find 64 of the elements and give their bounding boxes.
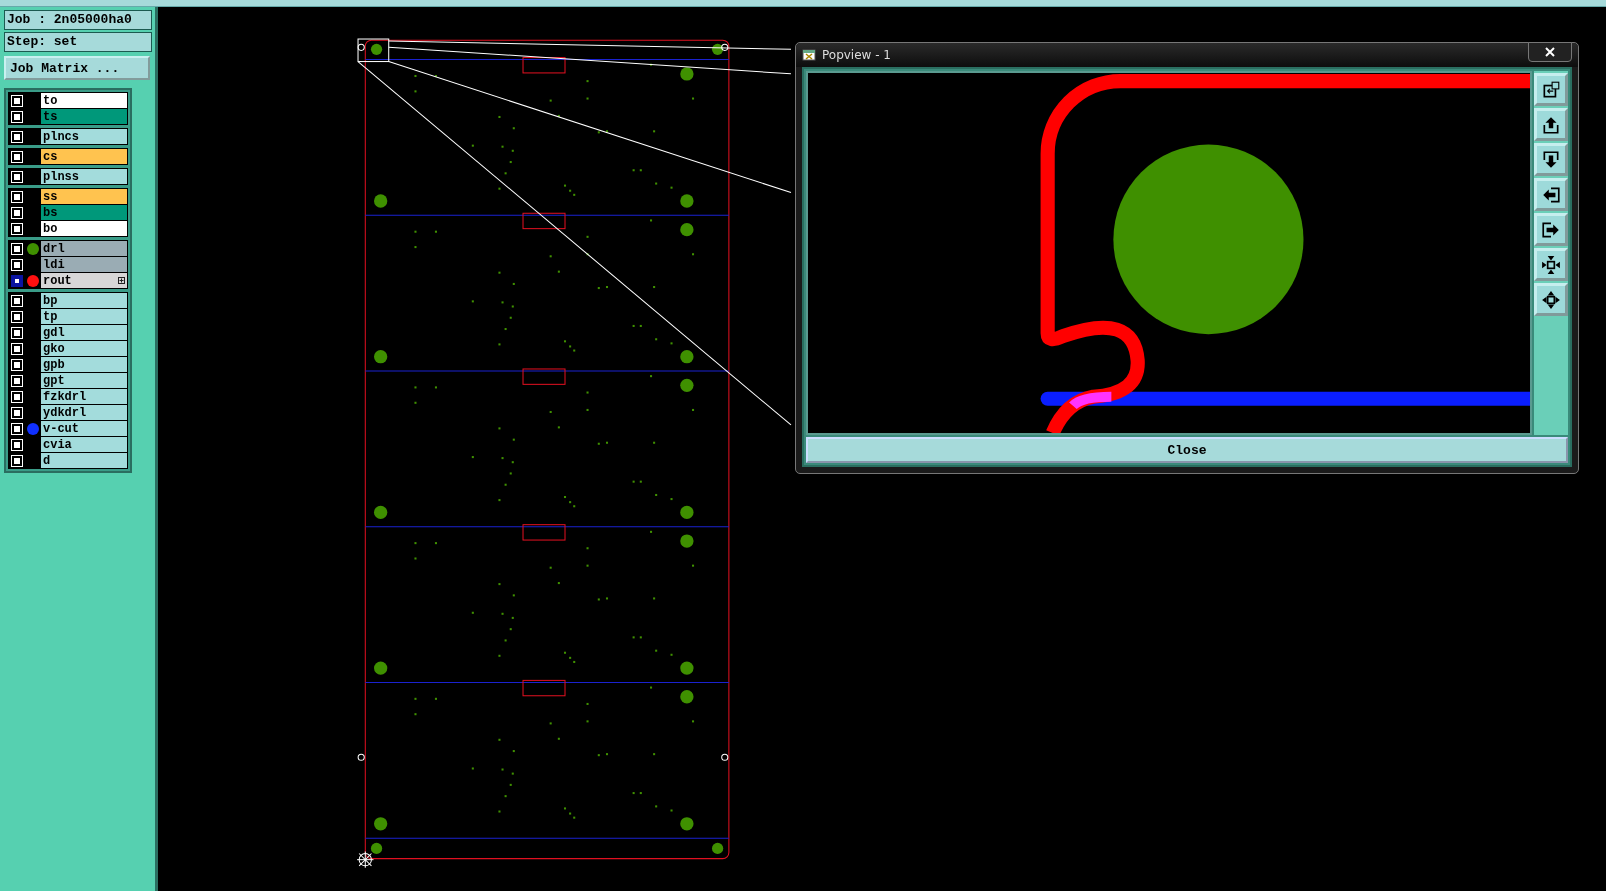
layer-checkbox[interactable] xyxy=(12,95,22,106)
toolbar-button[interactable] xyxy=(1534,143,1568,176)
layer-item[interactable]: bp xyxy=(41,293,127,308)
layer-checkbox[interactable] xyxy=(12,111,22,122)
job-matrix-button[interactable]: Job Matrix ... xyxy=(4,56,150,80)
layer-item[interactable]: plncs xyxy=(41,129,127,144)
layer-checkbox[interactable] xyxy=(12,191,22,202)
close-button[interactable]: Close xyxy=(806,437,1568,463)
layer-checkbox[interactable] xyxy=(12,259,22,270)
layer-checkbox[interactable] xyxy=(12,343,22,354)
layer-item[interactable]: fzkdrl xyxy=(41,389,127,404)
layer-checkbox[interactable] xyxy=(12,455,22,466)
layer-item[interactable]: ydkdrl xyxy=(41,405,127,420)
layer-checkbox[interactable] xyxy=(12,327,22,338)
layer-item[interactable]: cs xyxy=(41,149,127,164)
layer-checkbox[interactable] xyxy=(12,407,22,418)
close-icon xyxy=(1545,47,1555,57)
layer-item[interactable]: gpt xyxy=(41,373,127,388)
layer-item[interactable]: bs xyxy=(41,205,127,220)
layer-item[interactable]: drl xyxy=(41,241,127,256)
toolbar-button[interactable] xyxy=(1534,213,1568,246)
arrows-outward-icon xyxy=(1541,289,1561,310)
layer-item[interactable]: ldi xyxy=(41,257,127,272)
window-title: Popview - 1 xyxy=(822,48,892,62)
layer-checkbox[interactable] xyxy=(12,151,22,162)
layer-checkbox[interactable] xyxy=(12,243,22,254)
layer-checkbox[interactable] xyxy=(12,391,22,402)
window-icon xyxy=(802,48,816,62)
layer-item[interactable]: ss xyxy=(41,189,127,204)
layer-item[interactable]: rout xyxy=(41,273,127,288)
toolbar-button[interactable] xyxy=(1534,108,1568,141)
job-field: Job : 2n05000ha0 xyxy=(4,10,152,30)
layer-checkbox[interactable] xyxy=(12,223,22,234)
layer-item[interactable]: tp xyxy=(41,309,127,324)
layer-item[interactable]: plnss xyxy=(41,169,127,184)
layer-checkbox[interactable] xyxy=(12,375,22,386)
layer-checkbox[interactable] xyxy=(12,171,22,182)
layer-checkbox[interactable] xyxy=(12,275,22,286)
layer-item[interactable]: gpb xyxy=(41,357,127,372)
layer-item[interactable]: ts xyxy=(41,109,127,124)
layer-checkbox[interactable] xyxy=(12,131,22,142)
layer-item[interactable]: gko xyxy=(41,341,127,356)
window-arrow-icon xyxy=(1541,79,1561,100)
layer-item[interactable]: cvia xyxy=(41,437,127,452)
layer-checkbox[interactable] xyxy=(12,295,22,306)
toolbar-button[interactable] xyxy=(1534,178,1568,211)
arrows-inward-icon xyxy=(1541,254,1561,275)
layer-item[interactable]: d xyxy=(41,453,127,468)
layer-checkbox[interactable] xyxy=(12,359,22,370)
layer-item[interactable]: to xyxy=(41,93,127,108)
toolbar-button[interactable] xyxy=(1534,73,1568,106)
expand-box-icon xyxy=(118,277,125,284)
layer-item[interactable]: v-cut xyxy=(41,421,127,436)
layer-checkbox[interactable] xyxy=(12,207,22,218)
toolbar-button[interactable] xyxy=(1534,248,1568,281)
layer-checkbox[interactable] xyxy=(12,439,22,450)
arrow-down-box-icon xyxy=(1541,149,1561,170)
layer-checkbox[interactable] xyxy=(12,311,22,322)
layer-item[interactable]: gdl xyxy=(41,325,127,340)
step-field: Step: set xyxy=(4,32,152,52)
toolbar-button[interactable] xyxy=(1534,283,1568,316)
layer-checkbox[interactable] xyxy=(12,423,22,434)
close-button[interactable] xyxy=(1528,42,1572,62)
layer-item[interactable]: bo xyxy=(41,221,127,236)
